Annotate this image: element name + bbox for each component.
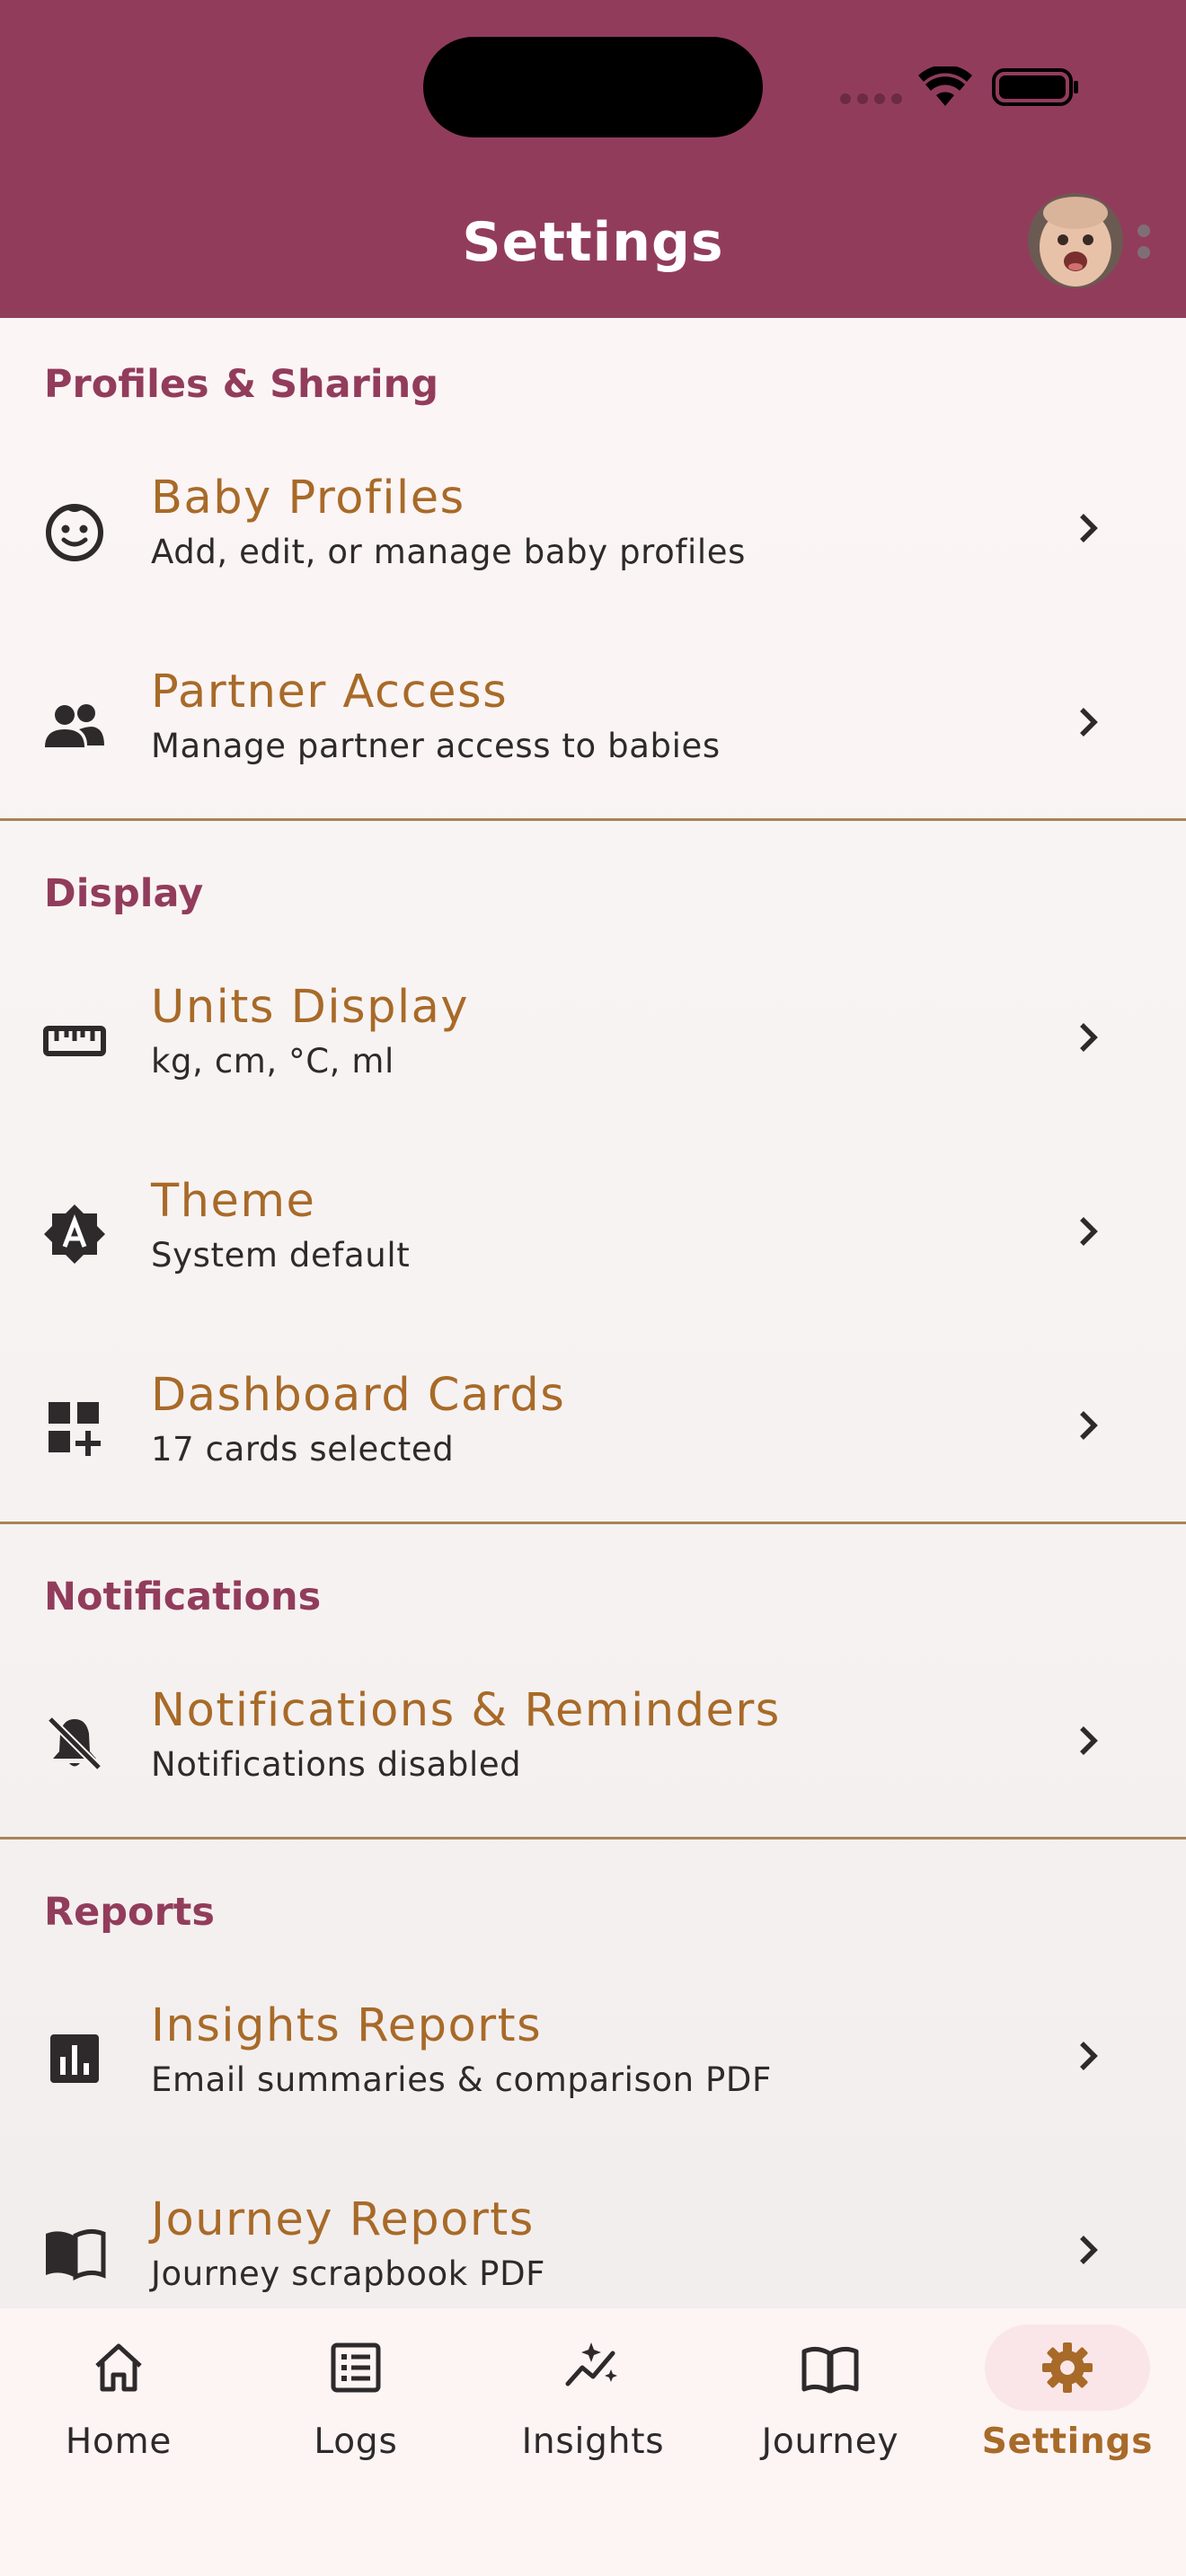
baby-avatar[interactable] — [1028, 193, 1123, 288]
item-subtitle: Journey scrapbook PDF — [151, 2254, 546, 2293]
item-subtitle: Add, edit, or manage baby profiles — [151, 533, 747, 571]
chevron-right-icon — [1080, 1217, 1098, 1246]
nav-label: Logs — [314, 2422, 398, 2462]
chevron-right-icon — [1080, 1023, 1098, 1052]
nav-item-settings[interactable]: Settings — [949, 2308, 1186, 2488]
nav-label: Insights — [521, 2422, 665, 2462]
bar-chart-icon — [50, 2034, 99, 2083]
nav-item-home[interactable]: Home — [0, 2308, 237, 2488]
section-divider — [0, 1522, 1186, 1524]
settings-item-partner-access[interactable]: Partner Access Manage partner access to … — [0, 625, 1186, 819]
settings-item-insights-reports[interactable]: Insights Reports Email summaries & compa… — [0, 1959, 1186, 2153]
open-book-icon — [46, 2228, 106, 2281]
settings-item-dashboard-cards[interactable]: Dashboard Cards 17 cards selected — [0, 1328, 1186, 1522]
settings-item-units-display[interactable]: Units Display kg, cm, °C, ml — [0, 940, 1186, 1134]
section-divider — [0, 818, 1186, 821]
settings-item-theme[interactable]: Theme System default — [0, 1134, 1186, 1328]
item-subtitle: kg, cm, °C, ml — [151, 1042, 394, 1081]
section-divider — [0, 1837, 1186, 1839]
section-header-display: Display — [44, 871, 204, 916]
book-icon — [801, 2346, 859, 2394]
sparkle-chart-icon — [565, 2342, 617, 2386]
nav-item-journey[interactable]: Journey — [712, 2308, 949, 2488]
ruler-icon — [43, 1026, 106, 1056]
chevron-right-icon — [1080, 2042, 1098, 2070]
brightness-auto-icon — [44, 1204, 105, 1264]
wifi-icon — [918, 66, 972, 106]
bell-off-icon — [47, 1716, 102, 1771]
chevron-right-icon — [1080, 514, 1098, 543]
chevron-right-icon — [1080, 2236, 1098, 2264]
dynamic-island — [423, 37, 763, 137]
nav-label: Journey — [761, 2422, 899, 2462]
section-header-notifications: Notifications — [44, 1575, 322, 1619]
item-title: Dashboard Cards — [151, 1369, 566, 1422]
people-icon — [45, 704, 104, 747]
item-title: Notifications & Reminders — [151, 1684, 781, 1737]
item-title: Journey Reports — [151, 2193, 535, 2246]
item-title: Baby Profiles — [151, 472, 465, 525]
gear-icon — [1042, 2342, 1093, 2393]
item-subtitle: System default — [151, 1236, 411, 1275]
item-title: Partner Access — [151, 666, 509, 719]
baby-face-icon — [46, 504, 103, 561]
chevron-right-icon — [1080, 708, 1098, 737]
nav-item-insights[interactable]: Insights — [474, 2308, 712, 2488]
cellular-signal-icon — [840, 93, 902, 104]
item-title: Insights Reports — [151, 1999, 543, 2052]
chevron-right-icon — [1080, 1411, 1098, 1440]
section-header-profiles-sharing: Profiles & Sharing — [44, 362, 439, 407]
settings-item-baby-profiles[interactable]: Baby Profiles Add, edit, or manage baby … — [0, 431, 1186, 625]
item-subtitle: Manage partner access to babies — [151, 727, 721, 765]
battery-icon — [992, 68, 1078, 106]
app-bar: Settings — [0, 0, 1186, 318]
chevron-right-icon — [1080, 1726, 1098, 1755]
home-icon — [95, 2343, 142, 2392]
item-title: Units Display — [151, 981, 470, 1034]
item-title: Theme — [151, 1175, 316, 1228]
more-vert-icon[interactable] — [1137, 225, 1150, 259]
bottom-navigation: Home Logs Insights Journey Settings — [0, 2308, 1186, 2576]
section-header-reports: Reports — [44, 1890, 215, 1935]
dashboard-add-icon — [49, 1402, 101, 1456]
nav-label: Home — [65, 2422, 173, 2462]
settings-item-notifications-reminders[interactable]: Notifications & Reminders Notifications … — [0, 1644, 1186, 1838]
nav-label: Settings — [981, 2422, 1154, 2462]
item-subtitle: Notifications disabled — [151, 1745, 522, 1784]
item-subtitle: 17 cards selected — [151, 1430, 455, 1469]
nav-item-logs[interactable]: Logs — [237, 2308, 474, 2488]
item-subtitle: Email summaries & comparison PDF — [151, 2060, 772, 2099]
page-title: Settings — [462, 211, 724, 274]
list-icon — [331, 2342, 381, 2393]
